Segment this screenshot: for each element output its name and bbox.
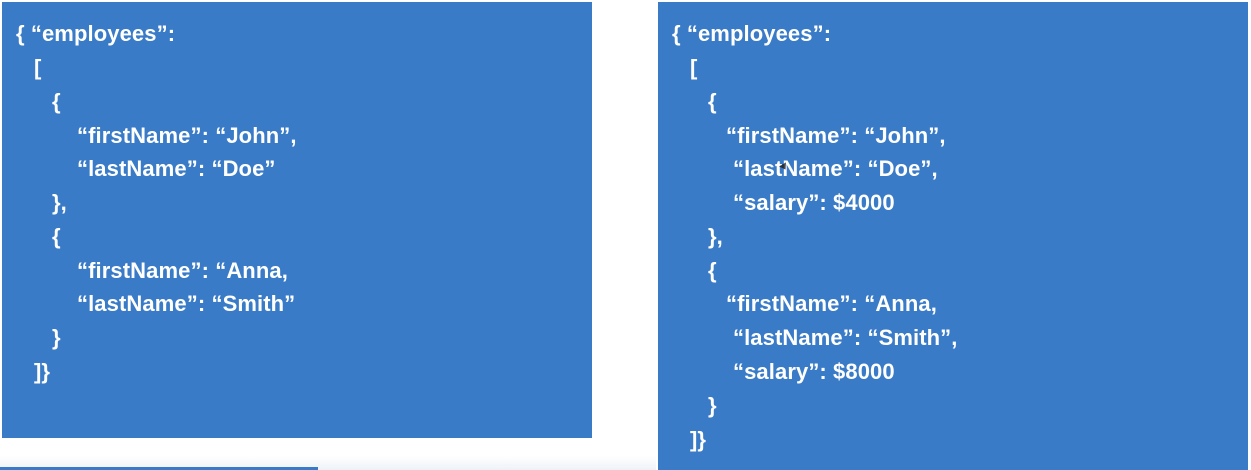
json-example-panel-left: { “employees”: [ { “firstName”: “John”, … [2,2,592,438]
code-line: ]} [34,359,51,384]
code-line: “salary”: $8000 [733,359,895,384]
code-line: “lastName”: “Smith”, [733,325,958,350]
code-line: } [708,393,717,418]
code-line: “lastName”: “Doe” [77,156,276,181]
code-line: “lastName”: “Doe”, [733,156,938,181]
code-line: { [708,258,717,283]
code-line: { [708,89,717,114]
code-line: }, [708,224,723,249]
code-line: { [52,224,61,249]
code-line: { “employees”: [672,21,832,46]
code-line: ]} [690,427,707,452]
code-line: [ [690,55,698,80]
code-line: “firstName”: “Anna, [77,258,288,283]
code-line: [ [34,55,42,80]
code-line: “firstName”: “John”, [77,123,297,148]
json-example-panel-right: { “employees”: [ { “firstName”: “John”, … [658,2,1248,470]
code-line: { “employees”: [16,21,176,46]
code-line: “salary”: $4000 [733,190,895,215]
code-line: { [52,89,61,114]
code-line: “lastName”: “Smith” [77,291,296,316]
code-line: “firstName”: “John”, [726,123,946,148]
code-line: } [52,325,61,350]
code-line: }, [52,190,67,215]
code-line: “firstName”: “Anna, [726,291,937,316]
